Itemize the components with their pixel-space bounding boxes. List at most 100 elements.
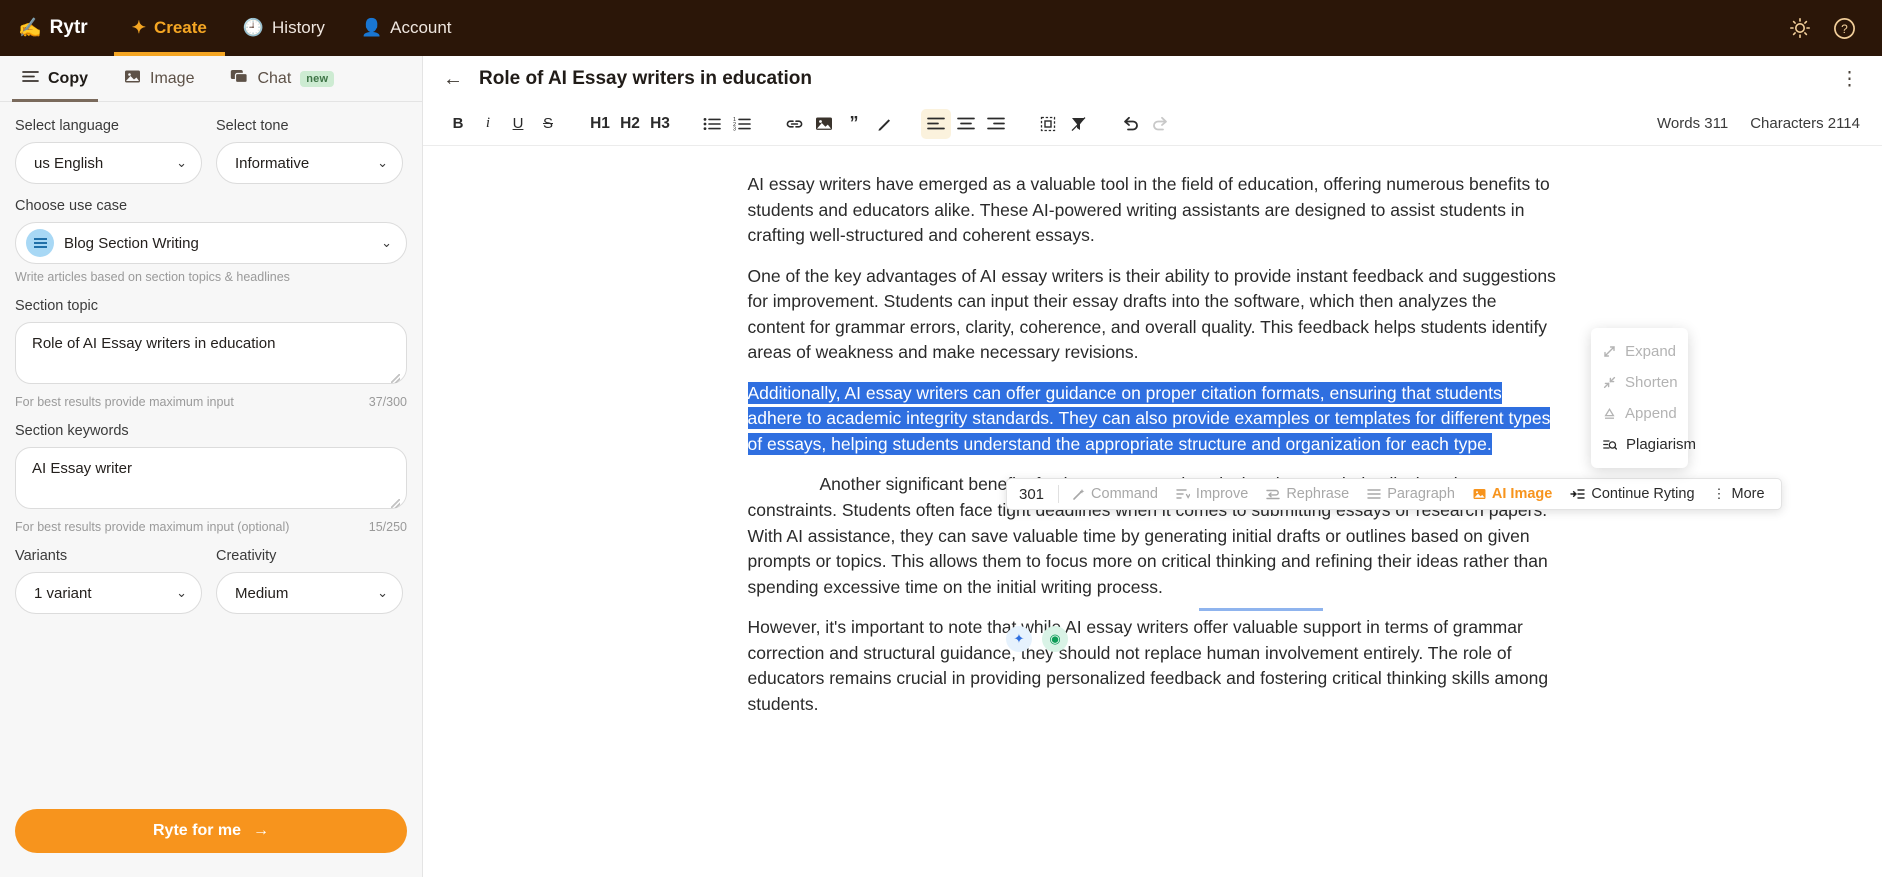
chevron-down-icon: ⌄: [377, 585, 388, 600]
arrow-right-icon: →: [253, 822, 270, 839]
pen-icon[interactable]: [869, 109, 899, 139]
undo-icon[interactable]: [1115, 109, 1145, 139]
nav-item-create[interactable]: ✦ Create: [113, 0, 226, 56]
image-icon[interactable]: [809, 109, 839, 139]
rytr-logo-icon: ✍: [18, 18, 42, 39]
dropdown-item-plagiarism[interactable]: Plagiarism: [1591, 429, 1696, 460]
dropdown-shorten-label: Shorten: [1625, 374, 1678, 391]
nav-label-create: Create: [153, 18, 207, 37]
selection-word-count: 301: [1019, 485, 1045, 503]
document-body[interactable]: AI essay writers have emerged as a valua…: [738, 172, 1568, 717]
brand-logo[interactable]: ✍ Rytr: [10, 0, 114, 56]
svg-text:?: ?: [1841, 22, 1848, 36]
section-keywords-field: Section keywords For best results provid…: [15, 423, 407, 534]
language-select[interactable]: us English ⌄: [15, 142, 202, 184]
tab-chat-badge: new: [300, 70, 335, 87]
heading-2-button[interactable]: H2: [615, 109, 645, 139]
section-keywords-helper: For best results provide maximum input (…: [15, 520, 407, 534]
clock-history-icon: 🕘: [242, 18, 265, 37]
float-paragraph-button[interactable]: Paragraph: [1359, 481, 1463, 507]
document-counters: Words 311 Characters 2114: [1657, 115, 1860, 132]
chevron-down-icon: ⌄: [381, 235, 392, 250]
main-body: Copy Image Chat new Select language us E…: [0, 56, 1882, 877]
redo-icon[interactable]: [1145, 109, 1175, 139]
paragraph[interactable]: One of the key advantages of AI essay wr…: [748, 264, 1558, 366]
resize-grip-icon[interactable]: [391, 374, 400, 383]
word-count-value: 311: [1704, 115, 1729, 132]
use-case-label: Choose use case: [15, 198, 128, 214]
back-arrow-icon[interactable]: ←: [443, 69, 463, 89]
section-keywords-input[interactable]: [15, 447, 407, 509]
left-panel: Copy Image Chat new Select language us E…: [0, 56, 423, 877]
section-keywords-label: Section keywords: [15, 423, 129, 439]
ryte-for-me-label: Ryte for me: [152, 822, 242, 839]
plagiarism-search-icon: [1603, 438, 1617, 451]
use-case-select[interactable]: Blog Section Writing ⌄: [15, 222, 407, 264]
more-actions-dropdown: Expand Shorten Append Plagiarism: [1591, 328, 1696, 468]
section-topic-helper-text: For best results provide maximum input: [15, 395, 234, 409]
word-count: Words 311: [1657, 115, 1728, 132]
paragraph[interactable]: AI essay writers have emerged as a valua…: [748, 172, 1558, 249]
editor-canvas[interactable]: AI essay writers have emerged as a valua…: [423, 146, 1882, 877]
nav-item-history[interactable]: 🕘 History: [225, 0, 343, 56]
creativity-value: Medium: [235, 584, 289, 602]
ai-sparkle-chip[interactable]: ✦: [1006, 626, 1032, 652]
nav-item-account[interactable]: 👤 Account: [343, 0, 470, 56]
float-command-button[interactable]: Command: [1064, 481, 1166, 507]
bold-button[interactable]: B: [443, 109, 473, 139]
bulleted-list-icon[interactable]: [697, 109, 727, 139]
nav-right-actions: ?: [1789, 0, 1882, 56]
tone-select[interactable]: Informative ⌄: [216, 142, 403, 184]
float-more-button[interactable]: ⋮ More: [1705, 481, 1773, 507]
tab-copy-label: Copy: [48, 69, 88, 87]
use-case-helper-text: Write articles based on section topics &…: [15, 270, 290, 284]
align-left-icon[interactable]: [921, 108, 951, 139]
kebab-menu-icon[interactable]: ⋮: [1840, 68, 1860, 91]
kebab-menu-icon: ⋮: [1712, 486, 1726, 501]
strikethrough-button[interactable]: S: [533, 109, 563, 139]
grammar-check-chip[interactable]: ◉: [1042, 626, 1068, 652]
float-continue-ryting-button[interactable]: Continue Ryting: [1562, 481, 1702, 507]
heading-1-button[interactable]: H1: [585, 109, 615, 139]
float-rephrase-button[interactable]: Rephrase: [1258, 481, 1357, 507]
dropdown-item-shorten[interactable]: Shorten: [1591, 367, 1688, 398]
link-icon[interactable]: [779, 109, 809, 139]
align-right-icon[interactable]: [981, 109, 1011, 139]
ai-image-icon: [1473, 488, 1486, 500]
variants-select[interactable]: 1 variant ⌄: [15, 572, 202, 614]
frame-icon[interactable]: [1033, 109, 1063, 139]
creativity-label: Creativity: [216, 548, 277, 564]
float-improve-button[interactable]: Improve: [1168, 481, 1256, 507]
clear-format-icon[interactable]: [1063, 109, 1093, 139]
chevron-down-icon: ⌄: [176, 585, 187, 600]
tab-chat[interactable]: Chat new: [214, 56, 350, 102]
paragraph-text: AI essay writers have emerged as a valua…: [747, 174, 1550, 246]
section-topic-input[interactable]: [15, 322, 407, 384]
dropdown-item-append[interactable]: Append: [1591, 398, 1688, 429]
help-icon[interactable]: ?: [1833, 17, 1856, 40]
chevron-down-icon: ⌄: [377, 155, 388, 170]
italic-button[interactable]: i: [473, 109, 503, 139]
dropdown-item-expand[interactable]: Expand: [1591, 336, 1688, 367]
use-case-field: Choose use case Blog Section Writing ⌄ W…: [15, 198, 407, 284]
underline-button[interactable]: U: [503, 109, 533, 139]
creativity-select[interactable]: Medium ⌄: [216, 572, 403, 614]
align-center-icon[interactable]: [951, 109, 981, 139]
magic-wand-icon: [1072, 488, 1085, 501]
resize-grip-icon[interactable]: [391, 499, 400, 508]
dropdown-append-label: Append: [1625, 405, 1677, 422]
lines-icon: [22, 70, 39, 88]
tab-copy[interactable]: Copy: [6, 56, 104, 102]
ryte-for-me-button[interactable]: Ryte for me →: [15, 809, 407, 853]
section-topic-helper: For best results provide maximum input 3…: [15, 395, 407, 409]
toolbar-divider: [1058, 485, 1060, 503]
paragraph[interactable]: However, it's important to note that whi…: [748, 615, 1558, 717]
heading-3-button[interactable]: H3: [645, 109, 675, 139]
paragraph-selected[interactable]: Additionally, AI essay writers can offer…: [747, 381, 1558, 458]
numbered-list-icon[interactable]: 123: [727, 109, 757, 139]
theme-toggle-icon[interactable]: [1789, 17, 1811, 39]
float-ai-image-button[interactable]: AI Image: [1465, 481, 1560, 507]
append-icon: [1603, 407, 1616, 420]
tab-image[interactable]: Image: [108, 56, 210, 102]
quote-icon[interactable]: ”: [839, 109, 869, 139]
